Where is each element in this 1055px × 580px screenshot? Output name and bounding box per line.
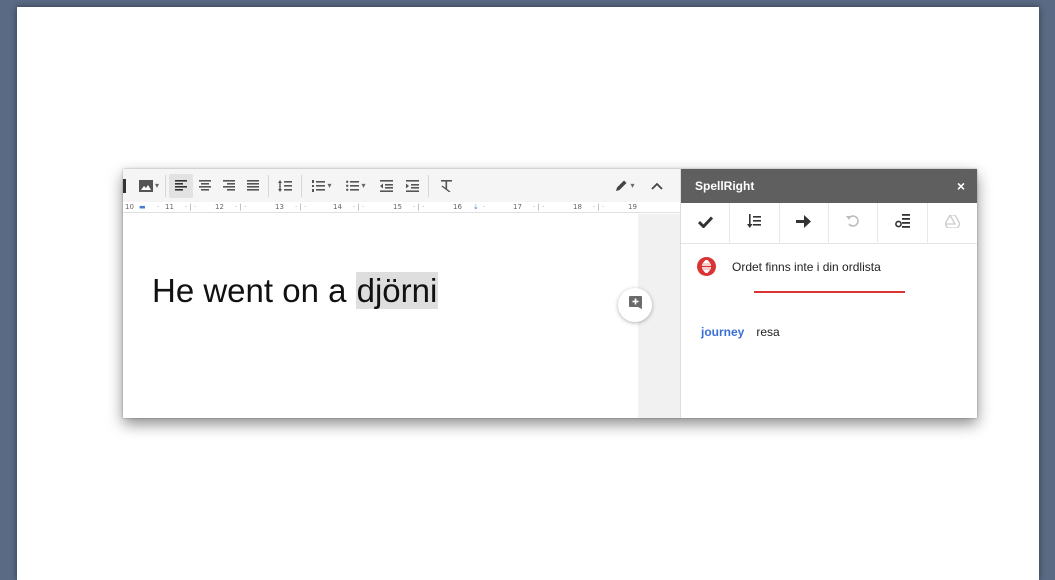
align-center-icon xyxy=(199,180,211,191)
ruler-number: 11 xyxy=(165,203,174,211)
decrease-indent-icon xyxy=(379,179,393,192)
image-icon xyxy=(138,179,153,192)
insert-image-button[interactable]: ▾ xyxy=(136,174,162,198)
suggestion-link[interactable]: journey xyxy=(701,325,744,339)
toolbar-divider xyxy=(268,174,269,197)
ruler-tick: · | · xyxy=(235,203,247,211)
ruler-tick: · | · xyxy=(353,203,365,211)
check-icon xyxy=(697,215,713,233)
misspelled-word[interactable]: djörni xyxy=(355,272,439,309)
clear-formatting-button[interactable] xyxy=(432,174,460,198)
pencil-icon xyxy=(615,179,628,192)
add-comment-button[interactable] xyxy=(618,288,652,322)
white-page: ▾ ▾ ▾ ▾ 10 ▬ · 11 · | · 12 · | · 13 · | … xyxy=(17,7,1039,580)
align-center-button[interactable] xyxy=(193,174,217,198)
undo-icon xyxy=(846,214,860,233)
ruler-tick: · | · xyxy=(295,203,307,211)
align-left-button[interactable] xyxy=(169,173,193,198)
text-before: He went on a xyxy=(152,272,356,309)
panel-title: SpellRight xyxy=(695,179,755,193)
settings-icon xyxy=(895,214,910,233)
sort-icon xyxy=(747,213,762,234)
suggestion-row: journey resa xyxy=(701,325,780,339)
ruler-number: 10 xyxy=(125,203,134,211)
undo-button[interactable] xyxy=(829,203,879,244)
toolbar-edge xyxy=(123,178,126,193)
document-body[interactable]: He went on a djörni xyxy=(123,214,638,418)
panel-header: SpellRight × xyxy=(681,169,977,203)
ruler-tick: · | · xyxy=(593,203,605,211)
align-right-icon xyxy=(223,180,235,191)
settings-button[interactable] xyxy=(878,203,928,244)
docs-toolbar: ▾ ▾ ▾ ▾ xyxy=(123,169,680,202)
toolbar-divider xyxy=(301,174,302,197)
suggestion-translation: resa xyxy=(756,325,780,339)
app-window: ▾ ▾ ▾ ▾ 10 ▬ · 11 · | · 12 · | · 13 · | … xyxy=(123,169,977,418)
ruler-number: 13 xyxy=(275,203,284,211)
error-underline xyxy=(754,291,905,293)
toolbar-divider xyxy=(165,174,166,197)
collapse-toolbar-button[interactable] xyxy=(642,174,672,198)
align-right-button[interactable] xyxy=(217,174,241,198)
bulleted-list-icon xyxy=(346,180,360,192)
align-left-icon xyxy=(175,180,187,191)
numbered-list-icon xyxy=(312,179,326,192)
ruler-tick: · | · xyxy=(533,203,545,211)
increase-indent-icon xyxy=(405,179,419,192)
panel-toolbar xyxy=(681,203,977,244)
toolbar-divider xyxy=(428,174,429,197)
document-text[interactable]: He went on a djörni xyxy=(152,272,439,310)
error-message: Ordet finns inte i din ordlista xyxy=(697,257,881,276)
editing-mode-button[interactable]: ▾ xyxy=(608,174,642,198)
ruler-number: 17 xyxy=(513,203,522,211)
error-text: Ordet finns inte i din ordlista xyxy=(732,259,881,274)
tab-stop-marker-icon[interactable]: ⇣ xyxy=(473,202,479,212)
spellright-logo-icon xyxy=(697,257,716,276)
ruler-tick: · xyxy=(483,203,486,211)
bulleted-list-button[interactable]: ▾ xyxy=(339,174,373,198)
docs-editor: ▾ ▾ ▾ ▾ 10 ▬ · 11 · | · 12 · | · 13 · | … xyxy=(123,169,680,418)
caret-icon: ▾ xyxy=(327,181,332,190)
collapse-icon xyxy=(651,182,663,190)
clear-formatting-icon xyxy=(440,179,453,192)
accept-button[interactable] xyxy=(681,203,731,244)
add-comment-icon xyxy=(628,296,642,314)
align-justify-icon xyxy=(247,180,259,191)
line-spacing-icon xyxy=(278,179,292,192)
caret-icon: ▾ xyxy=(361,181,366,190)
sort-button[interactable] xyxy=(730,203,780,244)
ruler: 10 ▬ · 11 · | · 12 · | · 13 · | · 14 · |… xyxy=(123,202,680,213)
align-justify-button[interactable] xyxy=(241,174,265,198)
numbered-list-button[interactable]: ▾ xyxy=(305,174,339,198)
drive-button[interactable] xyxy=(928,203,977,244)
decrease-indent-button[interactable] xyxy=(373,174,399,198)
drive-icon xyxy=(944,213,961,233)
ruler-number: 15 xyxy=(393,203,402,211)
ruler-number: 16 xyxy=(453,203,462,211)
ruler-tick: · | · xyxy=(185,203,197,211)
arrow-right-icon xyxy=(796,214,812,233)
spellright-panel: SpellRight × Ordet finns inte i din ordl… xyxy=(680,169,977,418)
indent-marker-icon[interactable]: ▬ xyxy=(139,202,146,212)
line-spacing-button[interactable] xyxy=(272,174,298,198)
ruler-number: 12 xyxy=(215,203,224,211)
increase-indent-button[interactable] xyxy=(399,174,425,198)
ruler-number: 19 xyxy=(628,203,637,211)
close-button[interactable]: × xyxy=(957,178,965,194)
next-button[interactable] xyxy=(780,203,829,244)
ruler-tick: · xyxy=(157,203,160,211)
caret-icon: ▾ xyxy=(154,181,159,190)
ruler-tick: · | · xyxy=(413,203,425,211)
caret-icon: ▾ xyxy=(630,181,635,190)
ruler-number: 14 xyxy=(333,203,342,211)
ruler-number: 18 xyxy=(573,203,582,211)
